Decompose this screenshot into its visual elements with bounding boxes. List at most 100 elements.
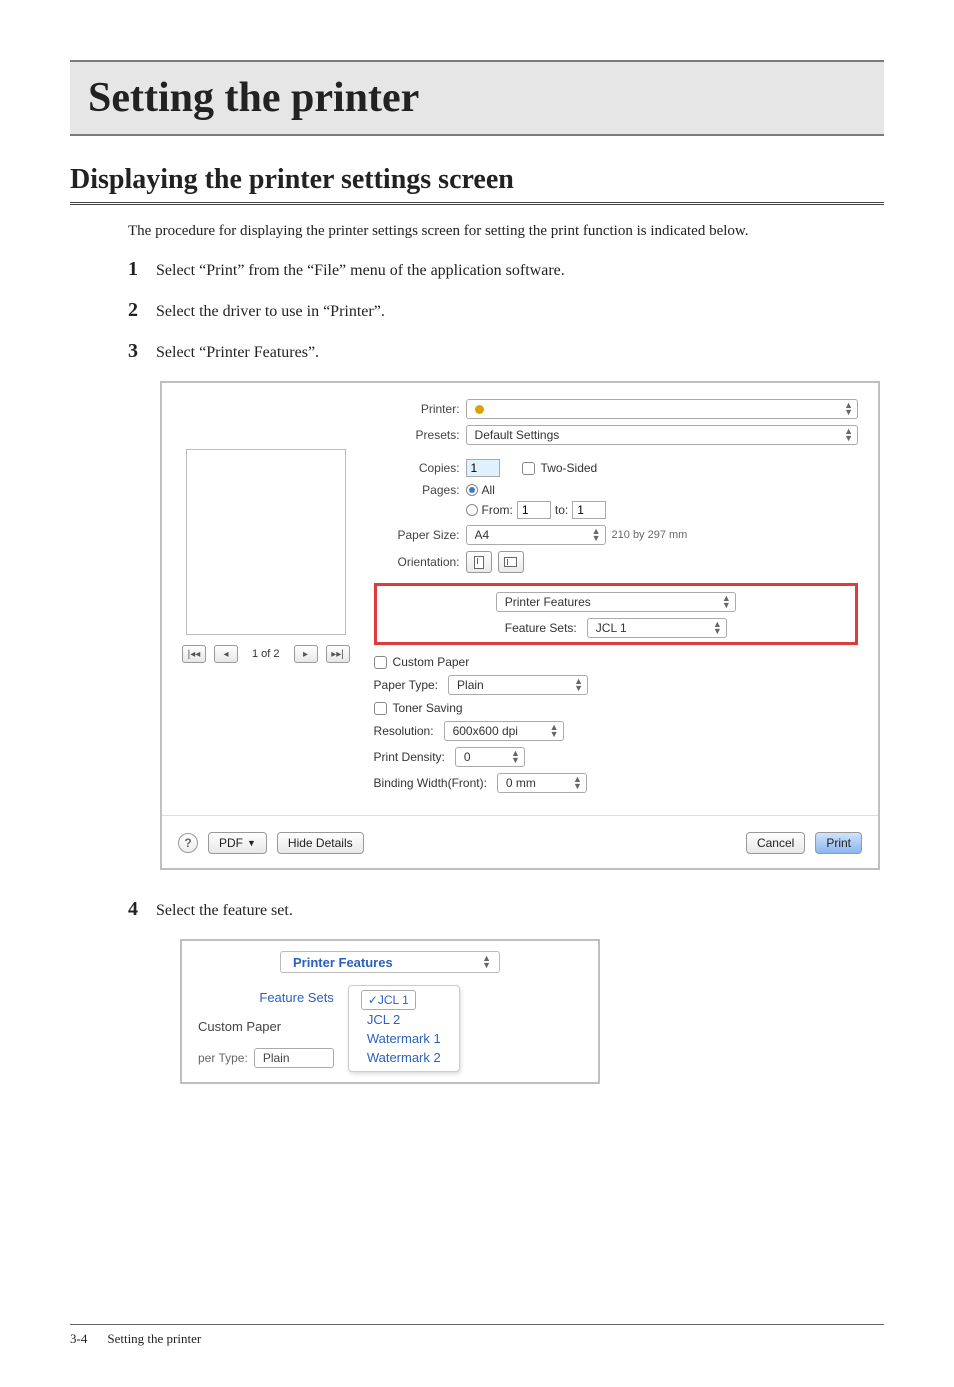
paper-type-value: Plain — [263, 1051, 290, 1065]
paper-type-value: Plain — [457, 678, 484, 692]
step-4: 4 Select the feature set. — [128, 898, 884, 921]
select-arrows-icon: ▲▼ — [713, 621, 722, 635]
feature-set-dropdown-screenshot: Printer Features ▲▼ Feature Sets Custom … — [180, 939, 600, 1084]
portrait-icon — [474, 556, 484, 569]
paper-size-label: Paper Size: — [374, 528, 460, 542]
print-density-label: Print Density: — [374, 750, 445, 764]
feature-set-option-watermark1[interactable]: Watermark 1 — [361, 1029, 447, 1048]
orientation-label: Orientation: — [374, 555, 460, 569]
paper-size-dim: 210 by 297 mm — [612, 529, 688, 541]
copies-label: Copies: — [374, 461, 460, 475]
presets-label: Presets: — [374, 428, 460, 442]
step-text: Select the feature set. — [156, 900, 293, 920]
feature-set-option-watermark2[interactable]: Watermark 2 — [361, 1048, 447, 1067]
select-arrows-icon: ▲▼ — [574, 678, 583, 692]
pages-to-label: to: — [555, 503, 568, 517]
feature-sets-label: Feature Sets: — [505, 621, 577, 635]
print-dialog: |◂◂ ◂ 1 of 2 ▸ ▸▸| Printer: ▲▼ Presets: … — [160, 381, 880, 870]
per-type-label: per Type: — [198, 1051, 248, 1065]
pages-to-input[interactable] — [572, 501, 606, 519]
pane-select[interactable]: Printer Features ▲▼ — [280, 951, 500, 973]
footer-text: Setting the printer — [107, 1331, 201, 1347]
presets-select[interactable]: Default Settings ▲▼ — [466, 425, 858, 445]
two-sided-label: Two-Sided — [541, 461, 598, 475]
pane-value: Printer Features — [505, 595, 591, 609]
last-page-button[interactable]: ▸▸| — [326, 645, 350, 663]
select-arrows-icon: ▲▼ — [511, 750, 520, 764]
pages-from-input[interactable] — [517, 501, 551, 519]
resolution-value: 600x600 dpi — [453, 724, 518, 738]
select-arrows-icon: ▲▼ — [482, 955, 491, 969]
paper-size-value: A4 — [475, 528, 490, 542]
custom-paper-label: Custom Paper — [393, 655, 470, 669]
pane-select[interactable]: Printer Features ▲▼ — [496, 592, 736, 612]
resolution-label: Resolution: — [374, 724, 434, 738]
select-arrows-icon: ▲▼ — [550, 724, 559, 738]
pdf-dropdown[interactable]: PDF ▼ — [208, 832, 267, 854]
hide-details-button[interactable]: Hide Details — [277, 832, 364, 854]
landscape-icon — [504, 557, 517, 567]
section-description: The procedure for displaying the printer… — [128, 223, 884, 240]
step-number: 4 — [128, 898, 156, 921]
prev-page-button[interactable]: ◂ — [214, 645, 238, 663]
step-number: 2 — [128, 299, 156, 322]
step-2: 2 Select the driver to use in “Printer”. — [128, 299, 884, 322]
paper-type-select[interactable]: Plain ▲▼ — [448, 675, 588, 695]
pdf-label: PDF — [219, 836, 243, 850]
help-button[interactable]: ? — [178, 833, 198, 853]
feature-sets-label: Feature Sets — [198, 990, 334, 1005]
select-arrows-icon: ▲▼ — [573, 776, 582, 790]
paper-type-select[interactable]: Plain — [254, 1048, 334, 1068]
first-page-button[interactable]: |◂◂ — [182, 645, 206, 663]
step-number: 1 — [128, 258, 156, 281]
page-count: 1 of 2 — [246, 648, 286, 660]
paper-size-select[interactable]: A4 ▲▼ — [466, 525, 606, 545]
feature-sets-value: JCL 1 — [596, 621, 627, 635]
pages-range-radio[interactable] — [466, 504, 478, 516]
pages-label: Pages: — [374, 483, 460, 497]
custom-paper-checkbox[interactable] — [374, 656, 387, 669]
presets-value: Default Settings — [475, 428, 560, 442]
chevron-down-icon: ▼ — [247, 838, 256, 848]
chapter-title: Setting the printer — [70, 60, 884, 136]
feature-sets-menu: JCL 1 JCL 2 Watermark 1 Watermark 2 — [348, 985, 460, 1072]
pages-all-label: All — [482, 483, 495, 497]
printer-select[interactable]: ▲▼ — [466, 399, 858, 419]
next-page-button[interactable]: ▸ — [294, 645, 318, 663]
cancel-button[interactable]: Cancel — [746, 832, 805, 854]
binding-width-value: 0 mm — [506, 776, 536, 790]
print-density-value: 0 — [464, 750, 471, 764]
pages-all-radio[interactable] — [466, 484, 478, 496]
step-text: Select “Printer Features”. — [156, 342, 319, 362]
print-density-select[interactable]: 0 ▲▼ — [455, 747, 525, 767]
print-button[interactable]: Print — [815, 832, 862, 854]
toner-saving-label: Toner Saving — [393, 701, 463, 715]
footer-page-number: 3-4 — [70, 1331, 87, 1347]
toner-saving-checkbox[interactable] — [374, 702, 387, 715]
two-sided-checkbox[interactable] — [522, 462, 535, 475]
custom-paper-label: Custom Paper — [198, 1019, 334, 1034]
select-arrows-icon: ▲▼ — [844, 402, 853, 416]
status-dot-icon — [475, 405, 484, 414]
step-number: 3 — [128, 340, 156, 363]
resolution-select[interactable]: 600x600 dpi ▲▼ — [444, 721, 564, 741]
step-3: 3 Select “Printer Features”. — [128, 340, 884, 363]
paper-type-label: Paper Type: — [374, 678, 439, 692]
landscape-button[interactable] — [498, 551, 524, 573]
binding-width-label: Binding Width(Front): — [374, 776, 487, 790]
copies-input[interactable] — [466, 459, 500, 477]
section-title: Displaying the printer settings screen — [70, 164, 884, 205]
pane-value: Printer Features — [293, 955, 393, 970]
binding-width-select[interactable]: 0 mm ▲▼ — [497, 773, 587, 793]
feature-sets-select[interactable]: JCL 1 ▲▼ — [587, 618, 727, 638]
step-text: Select the driver to use in “Printer”. — [156, 301, 385, 321]
preview-column: |◂◂ ◂ 1 of 2 ▸ ▸▸| — [182, 399, 350, 793]
select-arrows-icon: ▲▼ — [722, 595, 731, 609]
separator — [162, 815, 878, 816]
portrait-button[interactable] — [466, 551, 492, 573]
feature-set-option-jcl1[interactable]: JCL 1 — [361, 990, 416, 1010]
feature-set-option-jcl2[interactable]: JCL 2 — [361, 1010, 447, 1029]
printer-label: Printer: — [374, 402, 460, 416]
step-text: Select “Print” from the “File” menu of t… — [156, 260, 565, 280]
page-footer: 3-4 Setting the printer — [70, 1324, 884, 1347]
